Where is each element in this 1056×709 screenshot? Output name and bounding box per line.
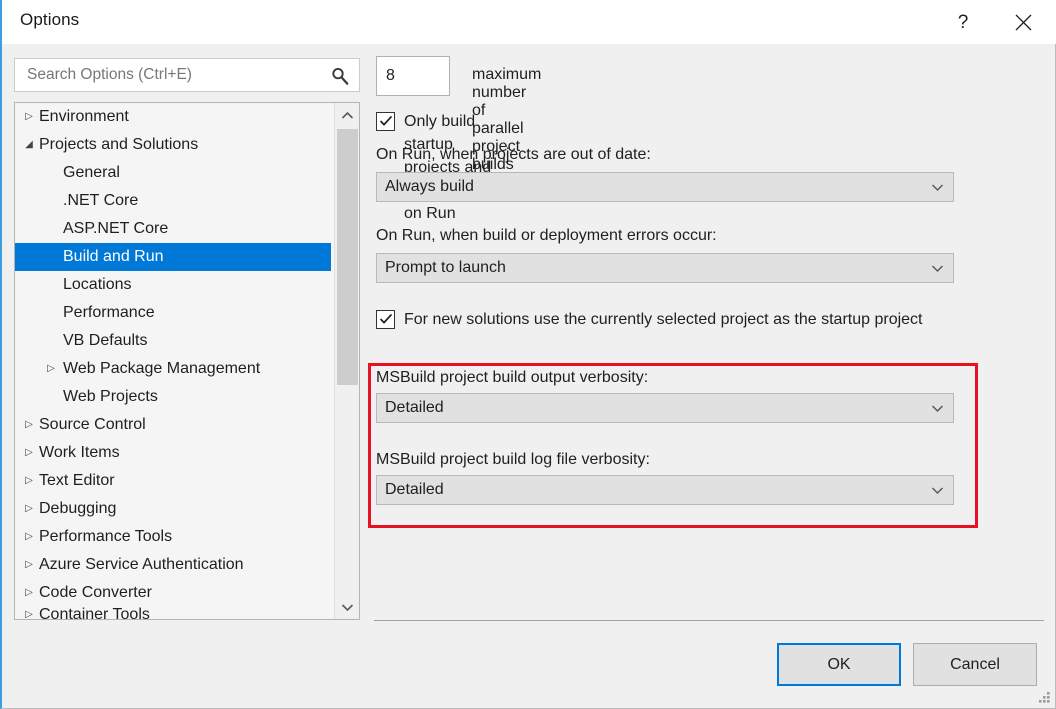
- tree-item-asp-net-core[interactable]: ASP.NET Core: [15, 215, 335, 243]
- options-tree-panel: ▷ Environment ◢ Projects and Solutions Gener…: [14, 102, 360, 620]
- msbuild-log-verbosity-value: Detailed: [385, 481, 444, 498]
- chevron-down-icon: [931, 265, 944, 273]
- tree-item-label: Projects and Solutions: [39, 136, 199, 153]
- on-run-out-of-date-combo[interactable]: Always build: [376, 172, 954, 202]
- tree-item-label: Text Editor: [39, 472, 115, 489]
- tree-item-performance-tools[interactable]: ▷ Performance Tools: [15, 523, 335, 551]
- tree-item-code-converter[interactable]: ▷ Code Converter: [15, 579, 335, 607]
- expander-collapsed-icon: ▷: [25, 609, 33, 620]
- options-tree: ▷ Environment ◢ Projects and Solutions Gener…: [15, 103, 335, 619]
- msbuild-log-verbosity-label: MSBuild project build log file verbosity…: [376, 451, 650, 468]
- chevron-down-icon: [931, 184, 944, 192]
- tree-item-label: Container Tools: [39, 607, 150, 620]
- scrollbar-thumb[interactable]: [337, 129, 358, 385]
- scroll-down-button[interactable]: [335, 595, 359, 619]
- checkmark-icon: [379, 313, 393, 324]
- tree-item-label: Performance: [63, 304, 155, 321]
- tree-item-build-and-run[interactable]: Build and Run: [15, 243, 331, 271]
- expander-collapsed-icon: ▷: [25, 419, 33, 430]
- search-input[interactable]: [25, 59, 315, 91]
- tree-item-web-package-management[interactable]: ▷ Web Package Management: [15, 355, 335, 383]
- msbuild-log-verbosity-combo[interactable]: Detailed: [376, 475, 954, 505]
- parallel-builds-input[interactable]: [376, 56, 450, 96]
- ok-button[interactable]: OK: [777, 643, 901, 686]
- tree-item-label: Work Items: [39, 444, 120, 461]
- expander-collapsed-icon: ▷: [25, 475, 33, 486]
- only-build-startup-checkbox[interactable]: [376, 112, 395, 131]
- resize-grip-icon[interactable]: [1038, 692, 1051, 705]
- tree-item-label: Source Control: [39, 416, 146, 433]
- tree-item-debugging[interactable]: ▷ Debugging: [15, 495, 335, 523]
- tree-item-label: Build and Run: [63, 248, 164, 265]
- tree-item-work-items[interactable]: ▷ Work Items: [15, 439, 335, 467]
- close-button[interactable]: [1000, 0, 1046, 44]
- expander-collapsed-icon: ▷: [25, 503, 33, 514]
- msbuild-output-verbosity-value: Detailed: [385, 399, 444, 416]
- settings-pane: maximum number of parallel project build…: [372, 52, 1044, 612]
- chevron-up-icon: [341, 111, 354, 119]
- expander-collapsed-icon: ▷: [47, 363, 55, 374]
- question-mark-icon: ?: [957, 11, 969, 33]
- options-dialog: Options ? ▷ Environment ◢ Projects and Solu…: [0, 0, 1056, 709]
- tree-item-label: ASP.NET Core: [63, 220, 169, 237]
- on-run-out-of-date-label: On Run, when projects are out of date:: [376, 146, 651, 163]
- tree-item-label: General: [63, 164, 120, 181]
- tree-item-label: VB Defaults: [63, 332, 148, 349]
- tree-item-label: Web Projects: [63, 388, 158, 405]
- expander-collapsed-icon: ▷: [25, 559, 33, 570]
- cancel-button[interactable]: Cancel: [913, 643, 1037, 686]
- tree-item-azure-service-authentication[interactable]: ▷ Azure Service Authentication: [15, 551, 335, 579]
- search-box[interactable]: [14, 58, 360, 92]
- tree-item-label: Debugging: [39, 500, 117, 517]
- chevron-down-icon: [931, 487, 944, 495]
- tree-item-label: Web Package Management: [63, 360, 261, 377]
- tree-item-label: .NET Core: [63, 192, 139, 209]
- title-bar: Options ?: [2, 0, 1056, 44]
- tree-item-label: Locations: [63, 276, 132, 293]
- msbuild-output-verbosity-label: MSBuild project build output verbosity:: [376, 369, 649, 386]
- expander-collapsed-icon: ▷: [25, 111, 33, 122]
- tree-item-label: Performance Tools: [39, 528, 173, 545]
- tree-item-projects-and-solutions[interactable]: ◢ Projects and Solutions: [15, 131, 335, 159]
- cancel-button-label: Cancel: [950, 655, 1000, 673]
- tree-item-performance[interactable]: Performance: [15, 299, 335, 327]
- tree-item-vb-defaults[interactable]: VB Defaults: [15, 327, 335, 355]
- tree-item-general[interactable]: General: [15, 159, 335, 187]
- on-run-errors-value: Prompt to launch: [385, 259, 506, 276]
- chevron-down-icon: [341, 603, 354, 611]
- tree-item-text-editor[interactable]: ▷ Text Editor: [15, 467, 335, 495]
- tree-item-net-core[interactable]: .NET Core: [15, 187, 335, 215]
- on-run-errors-label: On Run, when build or deployment errors …: [376, 227, 717, 244]
- expander-collapsed-icon: ▷: [25, 531, 33, 542]
- tree-item-label: Azure Service Authentication: [39, 556, 244, 573]
- expander-expanded-icon: ◢: [25, 139, 33, 150]
- expander-collapsed-icon: ▷: [25, 447, 33, 458]
- tree-item-label: Code Converter: [39, 584, 152, 601]
- chevron-down-icon: [931, 405, 944, 413]
- tree-item-container-tools[interactable]: ▷ Container Tools: [15, 607, 335, 620]
- footer-separator: [374, 620, 1044, 621]
- tree-item-label: Environment: [39, 108, 129, 125]
- checkmark-icon: [379, 115, 393, 126]
- help-button[interactable]: ?: [940, 0, 986, 44]
- tree-item-environment[interactable]: ▷ Environment: [15, 103, 335, 131]
- scroll-up-button[interactable]: [335, 103, 359, 127]
- tree-item-source-control[interactable]: ▷ Source Control: [15, 411, 335, 439]
- new-solutions-startup-checkbox[interactable]: [376, 310, 395, 329]
- tree-scrollbar[interactable]: [334, 103, 359, 619]
- only-build-startup-label: Only build startup projects and dependen…: [404, 113, 504, 222]
- new-solutions-startup-label: For new solutions use the currently sele…: [404, 311, 923, 328]
- on-run-out-of-date-value: Always build: [385, 178, 474, 195]
- ok-button-label: OK: [827, 655, 851, 673]
- search-icon: [332, 67, 349, 85]
- tree-item-web-projects[interactable]: Web Projects: [15, 383, 335, 411]
- tree-item-locations[interactable]: Locations: [15, 271, 335, 299]
- window-title: Options: [20, 10, 80, 29]
- close-icon: [1015, 14, 1031, 30]
- msbuild-output-verbosity-combo[interactable]: Detailed: [376, 393, 954, 423]
- expander-collapsed-icon: ▷: [25, 587, 33, 598]
- on-run-errors-combo[interactable]: Prompt to launch: [376, 253, 954, 283]
